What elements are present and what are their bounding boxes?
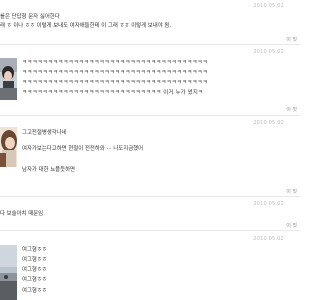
person-avatar-image [0, 58, 17, 100]
comment-text-line: ㅋㅋㅋㅋㅋㅋㅋㅋㅋㅋㅋㅋㅋㅋㅋㅋㅋㅋㅋㅋㅋㅋㅋㅋㅋㅋㅋ 이거 누가 썼지ㅋ [22, 90, 204, 96]
comment-date: 2010.05.02 [253, 49, 284, 55]
comment-text-line: ㅋㅋㅋㅋㅋㅋㅋㅋㅋㅋㅋㅋㅋㅋㅋㅋㅋㅋㅋㅋㅋㅋㅋㅋㅋㅋㅋㅋㅋㅋㅋㅋㅋㅋㅋㅋ [22, 70, 208, 76]
reply-link[interactable]: 이 짓 [286, 222, 297, 229]
comment-text-line: 여그형ㅎㅎ [22, 267, 47, 273]
comment-text-line: 여자가보는다고하면 현철이 전전하와 ··· 나도지금했어 [22, 146, 144, 152]
comment-date: 2010.05.02 [253, 3, 284, 9]
comment-date: 2010.05.02 [253, 201, 284, 207]
divider [0, 196, 300, 197]
comment-date: 2010.05.02 [253, 120, 284, 126]
comment-text-line: 그고전절병생각나네 [22, 130, 67, 136]
comment-text-line: 여그형ㅎㅎ [22, 247, 47, 253]
comment-text-line: 여그형ㅎㅎ [22, 257, 47, 263]
comment-text-line: 여그형ㅎㅎ [22, 288, 47, 294]
comment-text-line: 남자가 대한 뇨플듯하면 [22, 167, 76, 173]
comment-text-line: ㅋㅋㅋㅋㅋㅋㅋㅋㅋㅋㅋㅋㅋㅋㅋㅋㅋㅋㅋㅋㅋㅋㅋㅋㅋㅋㅋㅋㅋㅋㅋㅋㅋㅋㅋㅋ [22, 80, 208, 86]
reply-link[interactable]: 이 짓 [286, 188, 297, 195]
reply-link[interactable]: 이 짓 [286, 106, 297, 113]
comment-text-line: 래 ㅎ 이나 ㅎㅎ 이렇게 보내도 여자애들한테 이 그래 ㅎㅎ 이렇게 보내야… [0, 23, 172, 29]
landscape-avatar-image [0, 245, 17, 300]
comment-text-line: 다 보슬아치 때문임. [0, 211, 45, 217]
user-avatar[interactable] [0, 245, 17, 300]
divider [0, 230, 300, 231]
comment-text-line: 여그형ㅎㅎ [22, 277, 47, 283]
comment-text-line: ㅋㅋㅋㅋㅋㅋㅋㅋㅋㅋㅋㅋㅋㅋㅋㅋㅋㅋㅋㅋㅋㅋㅋㅋㅋㅋㅋㅋㅋㅋㅋㅋㅋㅋㅋㅋ [22, 60, 208, 66]
divider [0, 115, 300, 116]
comment-feed: 2010.05.02 를은 단답형 문자 싫어한다 래 ㅎ 이나 ㅎㅎ 이렇게 … [0, 0, 300, 300]
divider [0, 44, 300, 45]
comment-date: 2010.05.02 [253, 236, 284, 242]
user-avatar[interactable] [0, 127, 17, 167]
reply-link[interactable]: 이 짓 [286, 36, 297, 43]
comment-text-line: 를은 단답형 문자 싫어한다 [0, 14, 60, 20]
girl-avatar-image [0, 127, 17, 167]
user-avatar[interactable] [0, 58, 17, 100]
